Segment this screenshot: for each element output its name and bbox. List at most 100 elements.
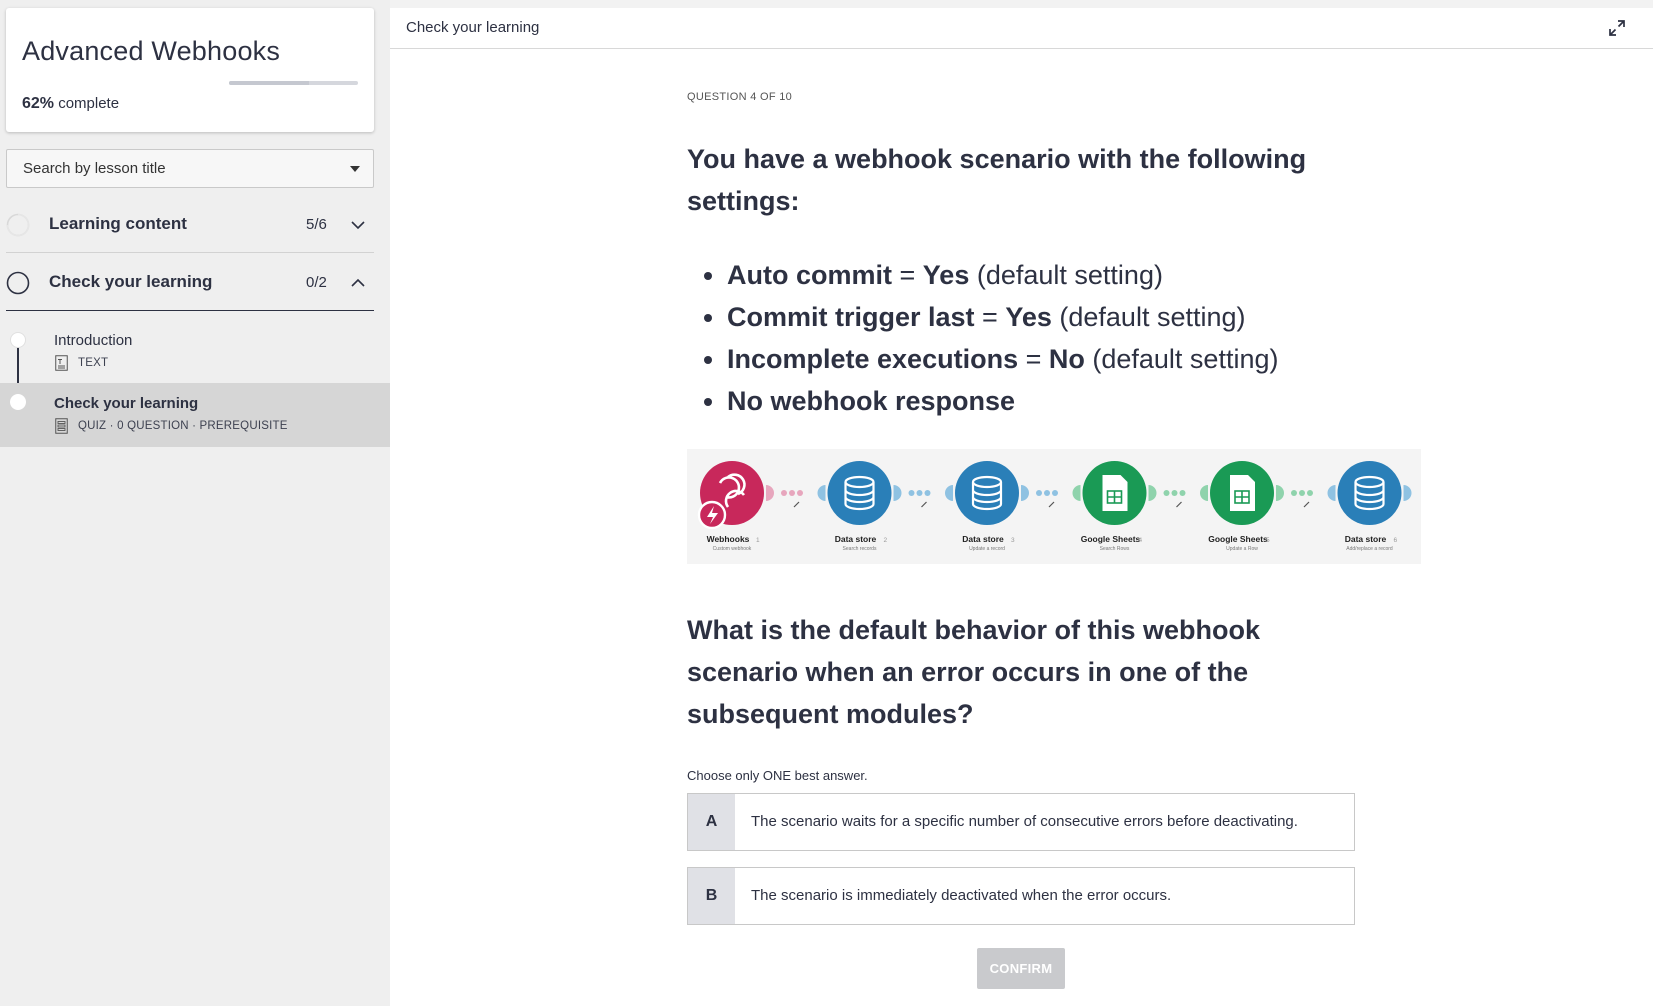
connector-dot (916, 490, 923, 496)
connector-cap (1200, 485, 1208, 501)
progress-text: 62% complete (22, 95, 119, 113)
connector-dot (908, 490, 915, 496)
connector-dot (781, 490, 787, 496)
connector-dot (797, 490, 803, 496)
answer-option-a[interactable]: A The scenario waits for a specific numb… (687, 793, 1355, 851)
module-subtitle: Search records (843, 546, 877, 552)
module-circle (1337, 461, 1402, 525)
setting-equals: = (892, 260, 923, 290)
lesson-meta: TEXT (78, 357, 109, 369)
lesson-status-dot (10, 394, 26, 410)
module-number: 2 (884, 537, 888, 544)
settings-list-item: Commit trigger last = Yes (default setti… (687, 296, 1407, 338)
answer-instruction: Choose only ONE best answer. (687, 768, 868, 783)
lesson-meta: QUIZ · 0 QUESTION · PREREQUISITE (78, 420, 288, 432)
setting-key: Incomplete executions (727, 344, 1019, 374)
option-letter: A (688, 794, 735, 850)
empty-progress-ring-icon (6, 271, 30, 295)
section-count: 0/2 (306, 274, 327, 291)
connector-dot (924, 490, 931, 496)
setting-key: Auto commit (727, 260, 892, 290)
wrench-icon (1176, 501, 1182, 508)
connector-cap (1148, 485, 1157, 501)
lesson-search-select[interactable]: Search by lesson title (6, 149, 374, 188)
quiz-panel: Check your learning QUESTION 4 OF 10 You… (390, 8, 1653, 1006)
setting-note: (default setting) (1051, 302, 1246, 332)
wrench-icon (1303, 501, 1310, 508)
connector-dot (1307, 490, 1313, 496)
settings-list-item: Incomplete executions = No (default sett… (687, 338, 1407, 380)
wrench-icon (793, 501, 800, 508)
connector-cap (1072, 485, 1081, 501)
question-body: What is the default behavior of this web… (687, 615, 1261, 729)
module-name: Google Sheets (1081, 534, 1141, 544)
module-subtitle: Update a Row (1226, 546, 1258, 552)
option-text: The scenario waits for a specific number… (751, 813, 1298, 830)
quiz-topbar: Check your learning (390, 8, 1653, 49)
lesson-status-dot (10, 332, 26, 348)
section-count: 5/6 (306, 216, 327, 233)
connector-dot (1052, 490, 1058, 496)
module-subtitle: Search Rows (1100, 546, 1130, 552)
setting-note: (default setting) (969, 260, 1163, 290)
settings-list-item: No webhook response (687, 380, 1407, 422)
connector-dot (1171, 490, 1178, 496)
setting-equals: = (1018, 344, 1049, 374)
module-name: Data store (835, 534, 877, 544)
option-letter: B (688, 868, 735, 924)
module-number: 4 (1139, 537, 1143, 544)
module-circle (955, 461, 1019, 525)
scenario-diagram: Webhooks 1 Custom webhook Data store 2 Search… (687, 449, 1421, 564)
module-number: 3 (1011, 537, 1015, 544)
connector-cap (1021, 485, 1029, 501)
partial-progress-ring-icon (6, 213, 30, 237)
setting-value: Yes (922, 260, 970, 290)
caret-down-icon (350, 166, 360, 172)
answer-option-b[interactable]: B The scenario is immediately deactivate… (687, 867, 1355, 925)
option-text: The scenario is immediately deactivated … (751, 887, 1172, 904)
setting-value: Yes (1005, 302, 1052, 332)
lesson-item-introduction[interactable]: Introduction TEXT (0, 320, 390, 384)
connector-cap (766, 485, 774, 501)
module-name: Data store (962, 534, 1004, 544)
module-name: Webhooks (707, 534, 750, 544)
module-number: 6 (1394, 537, 1398, 544)
connector-cap (893, 485, 902, 501)
connector-dot (1044, 490, 1050, 496)
module-subtitle: Update a record (969, 546, 1005, 552)
course-title: Advanced Webhooks (22, 36, 281, 66)
module-subtitle: Custom webhook (713, 546, 752, 552)
connector-cap (1403, 485, 1412, 501)
connector-cap (1327, 485, 1336, 501)
setting-equals: = (974, 302, 1006, 332)
wrench-icon (1048, 501, 1055, 508)
connector-dot (1299, 490, 1305, 496)
lesson-title: Introduction (54, 332, 133, 349)
setting-key: No webhook response (727, 386, 1016, 416)
connector-cap (1276, 485, 1284, 501)
expand-icon[interactable] (1607, 18, 1627, 38)
confirm-button[interactable]: CONFIRM (977, 948, 1065, 989)
connector-cap (945, 485, 953, 501)
connector-dot (1179, 490, 1186, 496)
question-number: QUESTION 4 OF 10 (687, 91, 793, 103)
text-doc-icon (55, 355, 68, 371)
lesson-search-placeholder: Search by lesson title (23, 160, 166, 177)
connector-dot (1036, 490, 1042, 496)
course-card: Advanced Webhooks 62% complete (6, 8, 374, 132)
course-progress-bar (229, 81, 358, 85)
chevron-up-icon (351, 278, 365, 287)
scenario-diagram-svg: Webhooks 1 Custom webhook Data store 2 Search… (697, 461, 1412, 552)
lesson-item-check-your-learning[interactable]: Check your learning QUIZ · 0 QUESTION · … (0, 383, 390, 447)
progress-suffix: complete (58, 95, 120, 112)
connector-cap (817, 485, 826, 501)
lesson-sidebar: Advanced Webhooks 62% complete Search by… (0, 0, 390, 1006)
module-name: Data store (1345, 534, 1387, 544)
topbar-title: Check your learning (406, 19, 540, 36)
settings-list-item: Auto commit = Yes (default setting) (687, 254, 1407, 296)
section-check-your-learning[interactable]: Check your learning 0/2 (6, 255, 374, 311)
chevron-down-icon (351, 221, 365, 230)
section-learning-content[interactable]: Learning content 5/6 (6, 197, 374, 253)
wrench-icon (921, 501, 927, 508)
connector-dot (1291, 490, 1297, 496)
